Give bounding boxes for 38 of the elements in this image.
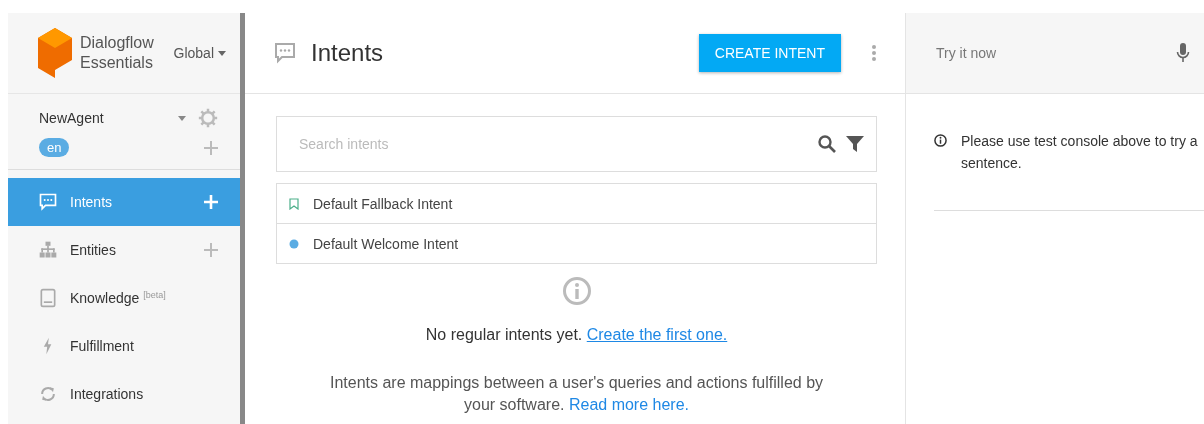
intent-name[interactable]: Default Welcome Intent (313, 235, 459, 252)
empty-message: No regular intents yet. Create the first one. (425, 326, 728, 344)
brand-subtitle: Essentials (80, 53, 154, 73)
bookmark-icon (289, 197, 299, 210)
more-icon[interactable] (871, 44, 877, 62)
console-notice: Please use test console above to try a sentence. (961, 132, 1199, 173)
page-title: Intents (311, 39, 385, 67)
logo-icon (38, 28, 72, 78)
intents-description: Intents are mappings between a user's queries and actions fulfilled by your software. Read more here. (328, 373, 825, 415)
region-dropdown[interactable]: Global (173, 45, 226, 61)
search-field[interactable]: Search intents (276, 116, 877, 172)
try-it-field[interactable]: Try it now (934, 44, 1176, 62)
sync-icon (38, 384, 58, 404)
chat-icon (38, 192, 58, 212)
caret-icon[interactable] (178, 115, 186, 121)
add-icon[interactable] (204, 243, 218, 257)
microphone-icon[interactable] (1176, 42, 1190, 64)
book-icon (38, 288, 58, 308)
create-first-link[interactable]: Create the first one. (586, 326, 728, 343)
brand-name: Dialogflow (80, 33, 155, 53)
sidebar-item[interactable]: Entities (8, 226, 240, 274)
sidebar-item[interactable]: Knowledge $^{[beta]}$ (8, 274, 240, 322)
add-icon[interactable] (204, 140, 218, 155)
agent-name: NewAgent (39, 110, 105, 126)
dot-icon (289, 237, 299, 250)
caret-icon (218, 50, 226, 56)
sidebar-item[interactable]: Integrations (8, 370, 240, 418)
beta-label: [beta] (143, 290, 166, 300)
read-more-link[interactable]: Read more here. (568, 396, 689, 413)
sidebar-item[interactable]: Fulfillment (8, 322, 240, 370)
hierarchy-icon (38, 240, 58, 260)
chat-icon (273, 41, 297, 65)
settings-icon[interactable] (198, 108, 218, 128)
info-icon (561, 276, 592, 306)
search-icon[interactable] (817, 134, 837, 154)
intent-name[interactable]: Default Fallback Intent (313, 195, 453, 212)
filter-icon[interactable] (845, 134, 865, 154)
info-icon (934, 134, 947, 147)
